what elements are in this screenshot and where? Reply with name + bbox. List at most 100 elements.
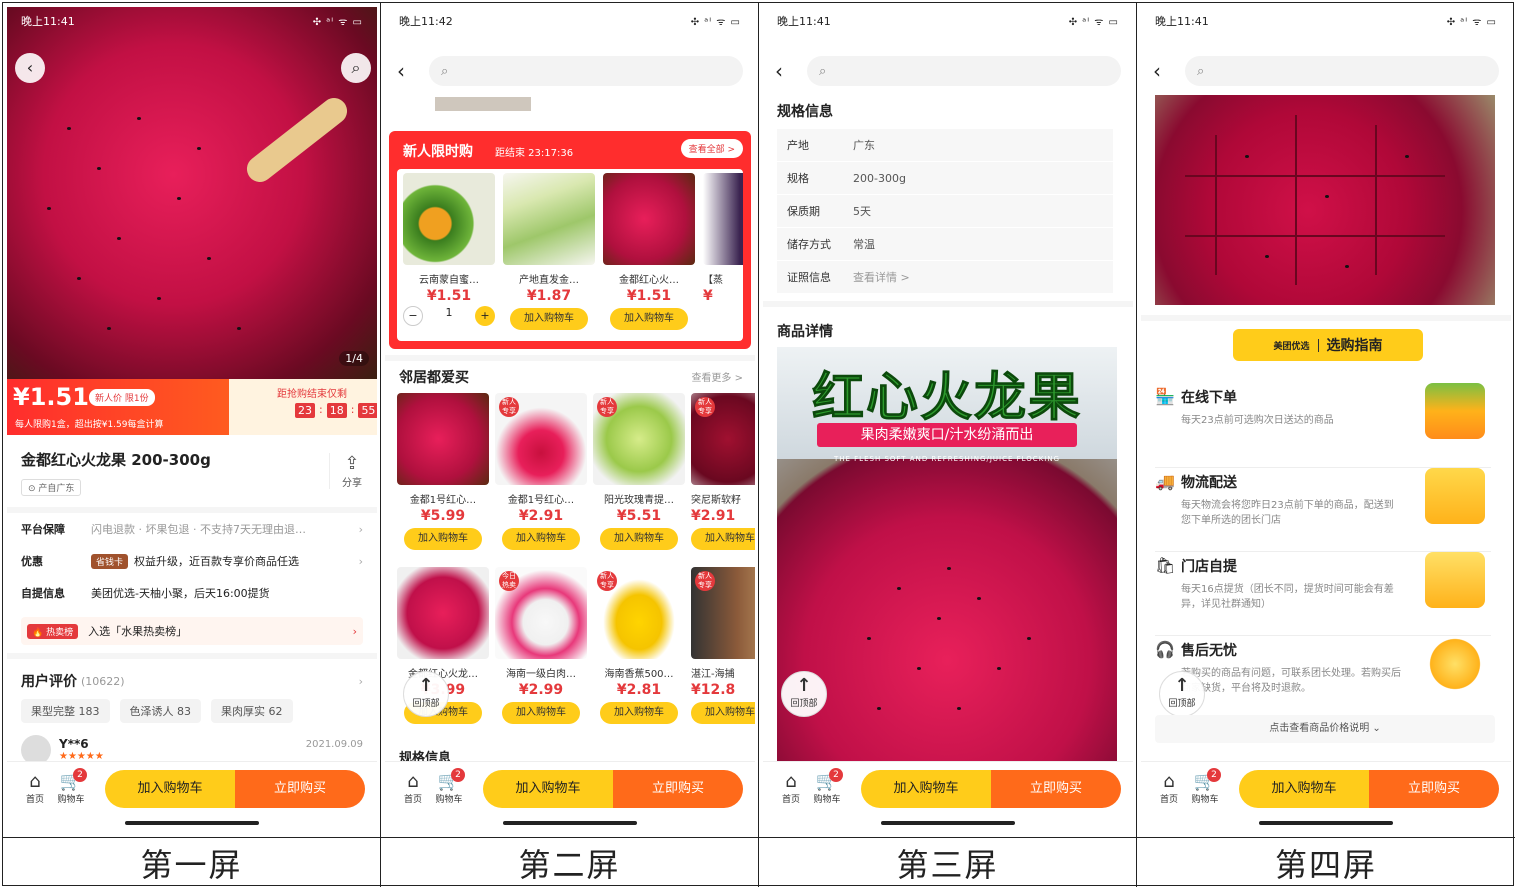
back-button[interactable]: ‹: [15, 53, 45, 83]
add-to-cart-button[interactable]: 加入购物车: [600, 702, 678, 724]
countdown-seconds: 55: [358, 403, 377, 418]
share-icon: ⇪: [344, 453, 360, 474]
flash-item[interactable]: 产地直发金… ¥1.87 加入购物车: [503, 173, 595, 333]
add-to-cart-button[interactable]: 加入购物车: [510, 308, 588, 330]
minus-button[interactable]: −: [403, 306, 423, 326]
review-tag[interactable]: 果型完整 183: [21, 699, 110, 723]
add-to-cart-button[interactable]: 加入购物车: [404, 528, 482, 550]
divider: [7, 653, 377, 659]
chevron-right-icon: ›: [352, 624, 357, 638]
buy-now-button[interactable]: 立即购买: [235, 770, 365, 808]
status-time: 晚上11:41: [1155, 15, 1209, 28]
flash-sale-list: 云南蒙自蜜… ¥1.51 − 1 + 产地直发金… ¥1.87 加入购物车 金都…: [397, 169, 743, 341]
cart-tab[interactable]: 🛒 2 购物车: [53, 768, 89, 805]
product-card[interactable]: 新人专享 海南香蕉500… ¥2.81 加入购物车: [593, 567, 685, 727]
product-card[interactable]: 新人专享 金都1号红心… ¥2.91 加入购物车: [495, 393, 587, 553]
status-icons: ✣ ᵃᴵ ᯤ ▭: [690, 17, 741, 28]
discount-row[interactable]: 优惠 省钱卡 权益升级，近百款专享价商品任选 ›: [21, 553, 363, 569]
brand-logo: 美团优选: [1273, 338, 1319, 352]
view-all-button[interactable]: 查看全部 >: [680, 139, 743, 158]
search-button[interactable]: ⌕: [341, 53, 371, 83]
view-more-link[interactable]: 查看更多 >: [691, 369, 743, 384]
cart-tab[interactable]: 🛒 2 购物车: [1187, 768, 1223, 805]
status-icons: ✣ ᵃᴵ ᯤ ▭: [1068, 17, 1119, 28]
add-to-cart-button[interactable]: 加入购物车: [861, 770, 991, 808]
add-to-cart-button[interactable]: 加入购物车: [691, 702, 755, 724]
screen-3: 晚上11:41 ✣ ᵃᴵ ᯤ ▭ ‹ ⌕ 规格信息 产地 广东 规格 200-300…: [759, 3, 1137, 887]
product-card[interactable]: 新人专享 突尼斯软籽 ¥2.91 加入购物车: [691, 393, 755, 553]
add-to-cart-button[interactable]: 加入购物车: [610, 308, 688, 330]
guarantee-row[interactable]: 平台保障 闪电退款 · 坏果包退 · 不支持7天无理由退… ›: [21, 521, 363, 537]
product-price: ¥1.51: [626, 288, 672, 304]
hot-badge: 🔥 热卖榜: [27, 623, 79, 639]
hot-badge-text: 热卖榜: [46, 627, 74, 638]
flash-item[interactable]: 金都红心火… ¥1.51 加入购物车: [603, 173, 695, 333]
status-bar: 晚上11:41 ✣ ᵃᴵ ᯤ ▭: [763, 7, 1133, 35]
product-price: ¥2.81: [616, 682, 662, 698]
share-button[interactable]: ⇪ 分享: [329, 453, 362, 489]
cart-tab[interactable]: 🛒 2 购物车: [809, 768, 845, 805]
service-title: 售后无忧: [1181, 643, 1237, 659]
product-card[interactable]: 今日热卖 海南一级白肉… ¥2.99 加入购物车: [495, 567, 587, 727]
view-details-link[interactable]: 查看详情 >: [853, 269, 910, 285]
truck-image: [1425, 468, 1485, 524]
cart-tab[interactable]: 🛒 2 购物车: [431, 768, 467, 805]
home-tab[interactable]: ⌂ 首页: [395, 772, 431, 806]
top-nav: ‹ ⌕: [1141, 51, 1511, 91]
add-to-cart-button[interactable]: 加入购物车: [1239, 770, 1369, 808]
add-to-cart-button[interactable]: 加入购物车: [105, 770, 235, 808]
search-input[interactable]: ⌕: [429, 56, 743, 86]
countdown-hours: 23: [295, 403, 315, 418]
add-to-cart-button[interactable]: 加入购物车: [502, 528, 580, 550]
product-price: ¥5.51: [616, 508, 662, 524]
product-card[interactable]: 新人专享 阳光玫瑰青提… ¥5.51 加入购物车: [593, 393, 685, 553]
spec-value: 广东: [853, 139, 875, 152]
flash-item[interactable]: 【蒸 ¥: [703, 173, 743, 333]
screen-1: 晚上11:41 ✣ ᵃᴵ ᯤ ▭ ‹ ⌕ 1/4 ¥1.51 新人价 限1份 每…: [3, 3, 381, 887]
product-price: ¥2.91: [691, 508, 736, 524]
add-to-cart-button[interactable]: 加入购物车: [483, 770, 613, 808]
back-icon[interactable]: ‹: [397, 59, 421, 83]
buy-now-button[interactable]: 立即购买: [1369, 770, 1499, 808]
caption-4: 第四屏: [1137, 837, 1515, 887]
home-indicator: [1259, 821, 1393, 825]
price-note-link[interactable]: 点击查看商品价格说明 ⌄: [1155, 715, 1495, 743]
product-card[interactable]: 金都1号红心… ¥5.99 加入购物车: [397, 393, 489, 553]
price-bar: ¥1.51 新人价 限1份 每人限购1盒，超出按¥1.59每盒计算 距抢购结束仅…: [7, 379, 377, 435]
license-row[interactable]: 证照信息 查看详情 >: [777, 261, 1113, 293]
add-to-cart-button[interactable]: 加入购物车: [502, 702, 580, 724]
guide-header: 美团优选 选购指南: [1233, 329, 1423, 361]
product-image: [397, 567, 489, 659]
buy-now-button[interactable]: 立即购买: [613, 770, 743, 808]
back-to-top-button[interactable]: ↑ 回顶部: [403, 671, 449, 717]
search-input[interactable]: ⌕: [1185, 56, 1499, 86]
product-name: 金都1号红心…: [507, 495, 575, 506]
add-to-cart-button[interactable]: 加入购物车: [600, 528, 678, 550]
spec-key: 证照信息: [787, 271, 831, 284]
arrow-up-icon: ↑: [418, 675, 434, 696]
hot-list-row[interactable]: 🔥 热卖榜 入选「水果热卖榜」 ›: [21, 617, 363, 645]
back-to-top-button[interactable]: ↑ 回顶部: [1159, 671, 1205, 717]
back-icon[interactable]: ‹: [775, 59, 799, 83]
product-price: ¥: [703, 288, 713, 304]
banner-title: 红心火龙果: [811, 368, 1082, 429]
product-image: [403, 173, 495, 265]
review-tag[interactable]: 色泽诱人 83: [119, 699, 201, 723]
back-icon[interactable]: ‹: [1153, 59, 1177, 83]
plus-button[interactable]: +: [475, 306, 495, 326]
flash-item[interactable]: 云南蒙自蜜… ¥1.51 − 1 +: [403, 173, 495, 333]
add-to-cart-button[interactable]: 加入购物车: [691, 528, 755, 550]
share-label: 分享: [342, 478, 362, 489]
review-tag[interactable]: 果肉厚实 62: [211, 699, 293, 723]
search-input[interactable]: ⌕: [807, 56, 1121, 86]
home-tab[interactable]: ⌂ 首页: [1151, 772, 1187, 806]
product-card[interactable]: 新人专享 湛江-海捕 ¥12.8 加入购物车: [691, 567, 755, 727]
cut-line: [1215, 135, 1217, 275]
new-user-tag: 新人专享: [695, 397, 715, 417]
status-bar: 晚上11:42 ✣ ᵃᴵ ᯤ ▭: [385, 7, 755, 35]
back-to-top-button[interactable]: ↑ 回顶部: [781, 671, 827, 717]
review-header[interactable]: 用户评价 (10622) ›: [21, 671, 363, 691]
home-tab[interactable]: ⌂ 首页: [17, 772, 53, 806]
buy-now-button[interactable]: 立即购买: [991, 770, 1121, 808]
home-tab[interactable]: ⌂ 首页: [773, 772, 809, 806]
